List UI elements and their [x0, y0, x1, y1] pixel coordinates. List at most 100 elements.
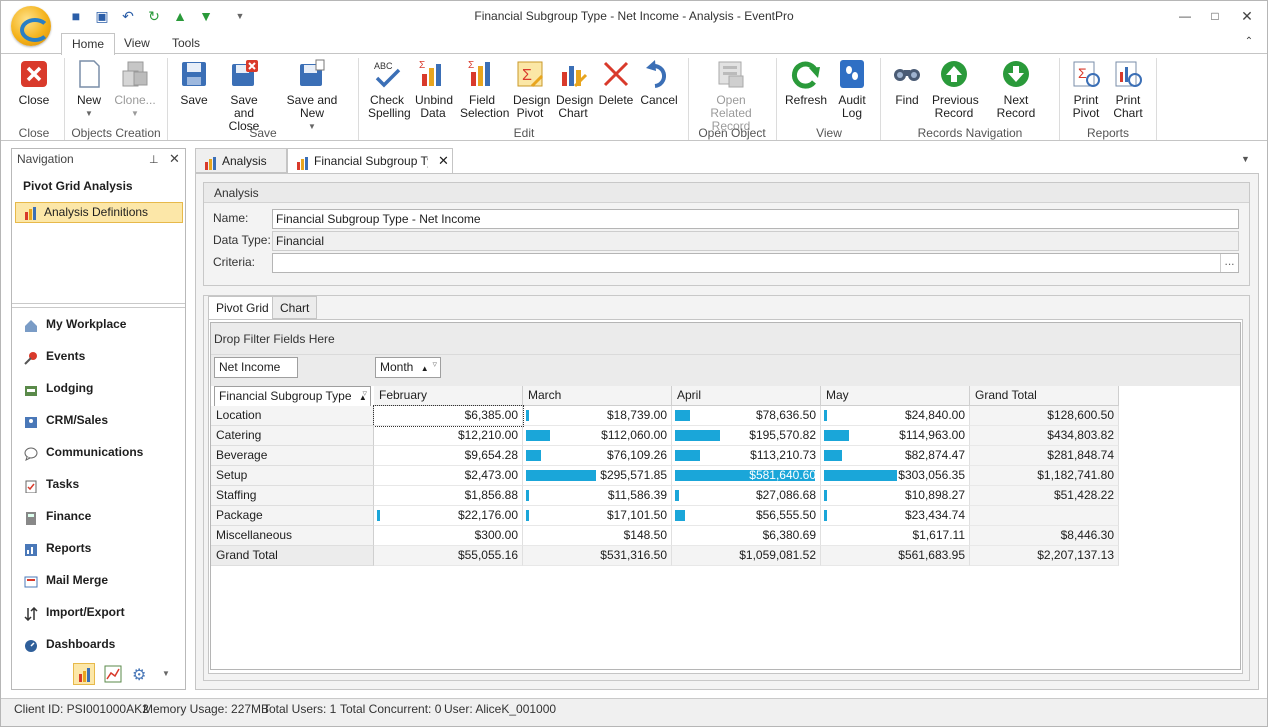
- data-cell[interactable]: $8,446.30: [970, 526, 1119, 546]
- name-field[interactable]: Financial Subgroup Type - Net Income: [272, 209, 1239, 229]
- nav-item-finance[interactable]: Finance: [22, 504, 91, 528]
- find-button[interactable]: Find: [889, 58, 925, 107]
- field-selection-button[interactable]: Σ Field Selection: [457, 58, 509, 120]
- filter-icon[interactable]: ▿: [432, 355, 437, 374]
- data-cell[interactable]: $300.00: [374, 526, 523, 546]
- tab-financial-subgroup-type[interactable]: Financial Subgroup Type ✕: [287, 148, 453, 174]
- data-cell[interactable]: $6,385.00: [373, 405, 524, 427]
- data-cell[interactable]: $78,636.50: [672, 406, 821, 426]
- grand-total-cell[interactable]: $561,683.95: [821, 546, 970, 566]
- data-cell[interactable]: $10,898.27: [821, 486, 970, 506]
- maximize-button[interactable]: □: [1204, 7, 1226, 25]
- nav-item-dashboards[interactable]: Dashboards: [22, 632, 115, 656]
- column-header[interactable]: March: [523, 386, 672, 406]
- tab-chart[interactable]: Chart: [272, 296, 318, 319]
- open-related-record-button[interactable]: Open Related Record: [695, 58, 767, 133]
- data-cell[interactable]: $51,428.22: [970, 486, 1119, 506]
- column-header[interactable]: April: [672, 386, 821, 406]
- data-cell[interactable]: $1,856.88: [374, 486, 523, 506]
- refresh-button[interactable]: Refresh: [783, 58, 829, 107]
- data-cell[interactable]: $12,210.00: [374, 426, 523, 446]
- new-button[interactable]: New ▼: [71, 58, 107, 120]
- print-pivot-button[interactable]: Σ Print Pivot: [1067, 58, 1105, 120]
- data-cell[interactable]: $281,848.74: [970, 446, 1119, 466]
- panel-splitter[interactable]: [12, 303, 185, 308]
- delete-button[interactable]: Delete: [597, 58, 635, 107]
- nav-item-tasks[interactable]: Tasks: [22, 472, 79, 496]
- close-panel-icon[interactable]: ✕: [169, 149, 180, 169]
- criteria-field[interactable]: [272, 253, 1239, 273]
- data-cell[interactable]: [970, 506, 1119, 526]
- nav-item-import-export[interactable]: Import/Export: [22, 600, 125, 624]
- close-button[interactable]: Close: [13, 58, 55, 107]
- more-options-icon[interactable]: ▼: [162, 669, 170, 678]
- data-cell[interactable]: $303,056.35: [821, 466, 970, 486]
- tab-view[interactable]: View: [114, 33, 160, 54]
- nav-item-my-workplace[interactable]: My Workplace: [22, 312, 126, 336]
- data-cell[interactable]: $22,176.00: [374, 506, 523, 526]
- grand-total-cell[interactable]: $1,059,081.52: [672, 546, 821, 566]
- nav-item-events[interactable]: Events: [22, 344, 85, 368]
- design-chart-button[interactable]: Design Chart: [553, 58, 593, 120]
- grand-total-cell[interactable]: $531,316.50: [523, 546, 672, 566]
- column-header[interactable]: May: [821, 386, 970, 406]
- grand-total-cell[interactable]: $55,055.16: [374, 546, 523, 566]
- row-header[interactable]: Staffing: [211, 486, 374, 506]
- tab-home[interactable]: Home: [61, 33, 116, 55]
- previous-record-button[interactable]: Previous Record: [931, 58, 979, 120]
- line-chart-icon[interactable]: [104, 665, 124, 685]
- data-cell[interactable]: $82,874.47: [821, 446, 970, 466]
- column-header[interactable]: February: [374, 386, 523, 406]
- gear-icon[interactable]: ⚙: [132, 665, 152, 685]
- row-header[interactable]: Setup: [211, 466, 374, 486]
- nav-item-analysis-definitions[interactable]: Analysis Definitions: [15, 202, 183, 223]
- minimize-button[interactable]: —: [1174, 7, 1196, 25]
- data-cell[interactable]: $434,803.82: [970, 426, 1119, 446]
- audit-log-button[interactable]: Audit Log: [833, 58, 871, 120]
- data-cell[interactable]: $76,109.26: [523, 446, 672, 466]
- row-header[interactable]: Catering: [211, 426, 374, 446]
- grand-total-cell[interactable]: $2,207,137.13: [970, 546, 1119, 566]
- data-cell[interactable]: $27,086.68: [672, 486, 821, 506]
- collapse-ribbon-icon[interactable]: ⌃: [1238, 33, 1260, 51]
- data-cell[interactable]: $113,210.73: [672, 446, 821, 466]
- nav-item-reports[interactable]: Reports: [22, 536, 91, 560]
- data-field-net-income[interactable]: Net Income: [214, 357, 298, 378]
- data-cell[interactable]: $24,840.00: [821, 406, 970, 426]
- nav-pivot-shortcut[interactable]: [73, 663, 95, 685]
- data-cell[interactable]: $148.50: [523, 526, 672, 546]
- cancel-button[interactable]: Cancel: [639, 58, 679, 107]
- close-window-button[interactable]: ✕: [1236, 7, 1258, 25]
- data-cell[interactable]: $2,473.00: [374, 466, 523, 486]
- data-cell[interactable]: $17,101.50: [523, 506, 672, 526]
- row-header[interactable]: Beverage: [211, 446, 374, 466]
- column-header[interactable]: Grand Total: [970, 386, 1119, 406]
- data-cell[interactable]: $581,640.60: [672, 466, 821, 486]
- row-header[interactable]: Miscellaneous: [211, 526, 374, 546]
- tab-pivot-grid[interactable]: Pivot Grid: [208, 296, 277, 320]
- data-cell[interactable]: $114,963.00: [821, 426, 970, 446]
- pin-icon[interactable]: ⊥: [149, 150, 159, 170]
- tab-analysis[interactable]: Analysis: [195, 148, 287, 173]
- data-cell[interactable]: $112,060.00: [523, 426, 672, 446]
- nav-item-mail-merge[interactable]: Mail Merge: [22, 568, 108, 592]
- row-field-financial-subgroup-type[interactable]: Financial Subgroup Type ▲ ▿: [214, 386, 371, 407]
- nav-item-crm-sales[interactable]: CRM/Sales: [22, 408, 108, 432]
- nav-item-lodging[interactable]: Lodging: [22, 376, 93, 400]
- data-cell[interactable]: $56,555.50: [672, 506, 821, 526]
- data-cell[interactable]: $295,571.85: [523, 466, 672, 486]
- check-spelling-button[interactable]: ABC Check Spelling: [365, 58, 411, 120]
- next-record-button[interactable]: Next Record: [983, 58, 1049, 120]
- save-button[interactable]: Save: [175, 58, 213, 107]
- tab-list-dropdown-icon[interactable]: ▼: [1241, 154, 1250, 164]
- data-cell[interactable]: $1,182,741.80: [970, 466, 1119, 486]
- data-cell[interactable]: $6,380.69: [672, 526, 821, 546]
- save-and-new-button[interactable]: Save and New ▼: [275, 58, 349, 133]
- filter-icon[interactable]: ▿: [362, 384, 367, 403]
- close-tab-icon[interactable]: ✕: [438, 149, 449, 173]
- print-chart-button[interactable]: Print Chart: [1109, 58, 1147, 120]
- criteria-ellipsis-button[interactable]: ...: [1220, 254, 1238, 272]
- tab-tools[interactable]: Tools: [162, 33, 210, 54]
- design-pivot-button[interactable]: Σ Design Pivot: [510, 58, 550, 120]
- data-cell[interactable]: $195,570.82: [672, 426, 821, 446]
